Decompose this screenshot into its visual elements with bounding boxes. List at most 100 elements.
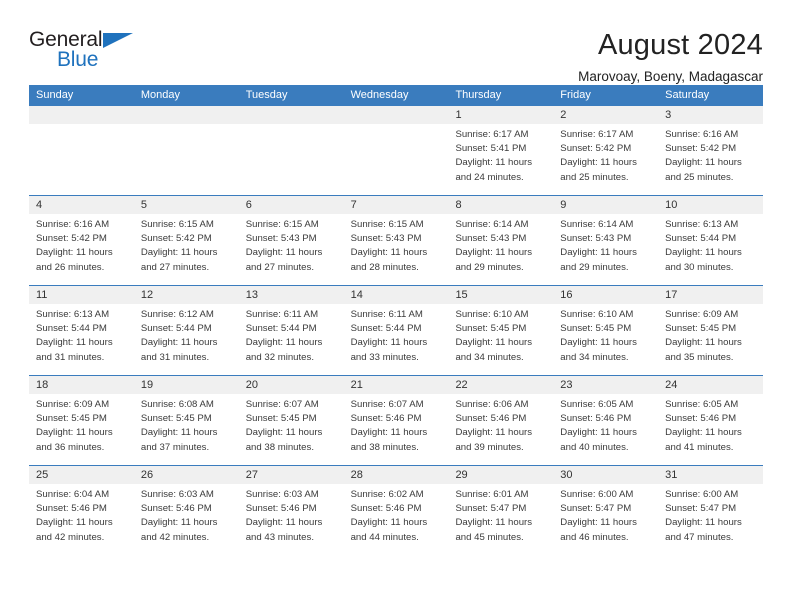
day-number[interactable]: 10 bbox=[658, 196, 763, 214]
day-number[interactable]: 31 bbox=[658, 466, 763, 484]
daylight-text-line2: and 31 minutes. bbox=[36, 351, 105, 363]
day-number[interactable]: 7 bbox=[344, 196, 449, 214]
day-number[interactable]: 2 bbox=[553, 106, 658, 124]
day-cell[interactable]: Sunrise: 6:08 AM Sunset: 5:45 PM Daylight:… bbox=[134, 394, 239, 465]
weekday-friday: Friday bbox=[560, 89, 591, 101]
day-cell[interactable]: Sunrise: 6:13 AM Sunset: 5:44 PM Daylight:… bbox=[29, 304, 134, 375]
day-cell[interactable]: Sunrise: 6:15 AM Sunset: 5:42 PM Daylight:… bbox=[134, 214, 239, 285]
daylight-text-line2: and 43 minutes. bbox=[245, 531, 314, 543]
day-cell[interactable]: Sunrise: 6:11 AM Sunset: 5:44 PM Daylight:… bbox=[344, 304, 449, 375]
day-number[interactable]: 3 bbox=[658, 106, 763, 124]
week-detail-row: Sunrise: 6:17 AM Sunset: 5:41 PM Daylight:… bbox=[29, 124, 763, 195]
day-cell[interactable]: Sunrise: 6:00 AM Sunset: 5:47 PM Daylight:… bbox=[658, 484, 763, 555]
day-number[interactable]: 22 bbox=[448, 376, 553, 394]
day-cell[interactable]: Sunrise: 6:14 AM Sunset: 5:43 PM Daylight:… bbox=[553, 214, 658, 285]
daylight-text-line1: Daylight: 11 hours bbox=[455, 517, 533, 529]
day-cell[interactable]: Sunrise: 6:05 AM Sunset: 5:46 PM Daylight:… bbox=[658, 394, 763, 465]
week-daynumber-row: 4 5 6 7 8 9 10 bbox=[29, 196, 763, 214]
day-cell[interactable]: Sunrise: 6:09 AM Sunset: 5:45 PM Daylight:… bbox=[29, 394, 134, 465]
day-cell[interactable]: Sunrise: 6:17 AM Sunset: 5:42 PM Daylight:… bbox=[553, 124, 658, 195]
day-cell[interactable]: Sunrise: 6:11 AM Sunset: 5:44 PM Daylight:… bbox=[239, 304, 344, 375]
day-number[interactable]: 8 bbox=[448, 196, 553, 214]
daylight-text-line2: and 36 minutes. bbox=[36, 441, 105, 453]
sunset-text: Sunset: 5:47 PM bbox=[560, 503, 632, 515]
day-number-empty bbox=[29, 106, 134, 124]
day-cell[interactable]: Sunrise: 6:10 AM Sunset: 5:45 PM Daylight:… bbox=[448, 304, 553, 375]
week-daynumber-row: 25 26 27 28 29 30 31 bbox=[29, 466, 763, 484]
day-cell[interactable]: Sunrise: 6:16 AM Sunset: 5:42 PM Daylight:… bbox=[658, 124, 763, 195]
calendar-grid: Sunday Monday Tuesday Wednesday Thursday… bbox=[29, 85, 763, 555]
day-cell[interactable]: Sunrise: 6:06 AM Sunset: 5:46 PM Daylight:… bbox=[448, 394, 553, 465]
sunrise-text: Sunrise: 6:03 AM bbox=[245, 489, 319, 500]
day-cell[interactable]: Sunrise: 6:15 AM Sunset: 5:43 PM Daylight:… bbox=[239, 214, 344, 285]
day-cell[interactable]: Sunrise: 6:12 AM Sunset: 5:44 PM Daylight:… bbox=[134, 304, 239, 375]
day-number[interactable]: 20 bbox=[239, 376, 344, 394]
day-number[interactable]: 6 bbox=[239, 196, 344, 214]
day-cell[interactable]: Sunrise: 6:14 AM Sunset: 5:43 PM Daylight:… bbox=[448, 214, 553, 285]
daylight-text-line2: and 42 minutes. bbox=[140, 531, 210, 543]
weekday-monday: Monday bbox=[140, 89, 180, 101]
day-number[interactable]: 24 bbox=[658, 376, 763, 394]
day-cell[interactable]: Sunrise: 6:09 AM Sunset: 5:45 PM Daylight:… bbox=[658, 304, 763, 375]
day-cell[interactable]: Sunrise: 6:01 AM Sunset: 5:47 PM Daylight:… bbox=[448, 484, 553, 555]
day-number[interactable]: 15 bbox=[448, 286, 553, 304]
daylight-text-line1: Daylight: 11 hours bbox=[665, 247, 742, 259]
day-number[interactable]: 18 bbox=[29, 376, 134, 394]
day-number[interactable]: 23 bbox=[553, 376, 658, 394]
day-number[interactable]: 11 bbox=[29, 286, 134, 304]
day-number[interactable]: 26 bbox=[134, 466, 239, 484]
daylight-text-line1: Daylight: 11 hours bbox=[36, 427, 113, 439]
day-cell[interactable]: Sunrise: 6:00 AM Sunset: 5:47 PM Daylight:… bbox=[553, 484, 658, 555]
day-cell[interactable]: Sunrise: 6:03 AM Sunset: 5:46 PM Daylight:… bbox=[239, 484, 344, 555]
sunrise-text: Sunrise: 6:09 AM bbox=[665, 309, 739, 320]
week-detail-row: Sunrise: 6:09 AM Sunset: 5:45 PM Daylight:… bbox=[29, 394, 763, 465]
day-number[interactable]: 19 bbox=[134, 376, 239, 394]
weekday-header-row: Sunday Monday Tuesday Wednesday Thursday… bbox=[29, 85, 763, 106]
day-number[interactable]: 17 bbox=[658, 286, 763, 304]
daylight-text-line2: and 32 minutes. bbox=[245, 351, 314, 363]
day-number[interactable]: 14 bbox=[344, 286, 449, 304]
sunset-text: Sunset: 5:45 PM bbox=[665, 323, 737, 335]
sunset-text: Sunset: 5:45 PM bbox=[140, 413, 212, 425]
sunset-text: Sunset: 5:42 PM bbox=[36, 233, 107, 245]
day-cell[interactable]: Sunrise: 6:05 AM Sunset: 5:46 PM Daylight:… bbox=[553, 394, 658, 465]
day-cell[interactable]: Sunrise: 6:16 AM Sunset: 5:42 PM Daylight:… bbox=[29, 214, 134, 285]
day-number[interactable]: 5 bbox=[134, 196, 239, 214]
day-cell[interactable]: Sunrise: 6:03 AM Sunset: 5:46 PM Daylight:… bbox=[134, 484, 239, 555]
daylight-text-line2: and 25 minutes. bbox=[665, 171, 734, 183]
day-cell[interactable]: Sunrise: 6:13 AM Sunset: 5:44 PM Daylight:… bbox=[658, 214, 763, 285]
day-cell-empty bbox=[29, 124, 134, 195]
day-number[interactable]: 21 bbox=[344, 376, 449, 394]
daylight-text-line1: Daylight: 11 hours bbox=[140, 427, 218, 439]
day-cell[interactable]: Sunrise: 6:04 AM Sunset: 5:46 PM Daylight:… bbox=[29, 484, 134, 555]
day-cell[interactable]: Sunrise: 6:07 AM Sunset: 5:45 PM Daylight:… bbox=[239, 394, 344, 465]
day-number[interactable]: 29 bbox=[448, 466, 553, 484]
sunrise-text: Sunrise: 6:14 AM bbox=[560, 219, 634, 230]
page-subtitle: Marovoay, Boeny, Madagascar bbox=[578, 69, 763, 84]
sunrise-text: Sunrise: 6:03 AM bbox=[140, 489, 214, 500]
sunset-text: Sunset: 5:44 PM bbox=[140, 323, 212, 335]
day-number[interactable]: 4 bbox=[29, 196, 134, 214]
day-number[interactable]: 25 bbox=[29, 466, 134, 484]
day-number[interactable]: 13 bbox=[239, 286, 344, 304]
weekday-saturday: Saturday bbox=[665, 89, 710, 101]
day-number[interactable]: 16 bbox=[553, 286, 658, 304]
calendar-week-row: 11 12 13 14 15 16 17 Sunrise: 6:13 AM Sunset: 5:… bbox=[29, 285, 763, 375]
day-number[interactable]: 9 bbox=[553, 196, 658, 214]
calendar-week-row: 4 5 6 7 8 9 10 Sunrise: 6:16 AM Sunset: 5:42 PM D… bbox=[29, 195, 763, 285]
day-number[interactable]: 30 bbox=[553, 466, 658, 484]
day-cell[interactable]: Sunrise: 6:10 AM Sunset: 5:45 PM Daylight:… bbox=[553, 304, 658, 375]
day-cell[interactable]: Sunrise: 6:07 AM Sunset: 5:46 PM Daylight:… bbox=[344, 394, 449, 465]
sunrise-text: Sunrise: 6:07 AM bbox=[245, 399, 319, 410]
day-cell[interactable]: Sunrise: 6:17 AM Sunset: 5:41 PM Daylight:… bbox=[448, 124, 553, 195]
day-number[interactable]: 12 bbox=[134, 286, 239, 304]
day-number[interactable]: 28 bbox=[344, 466, 449, 484]
logo-text-blue: Blue bbox=[57, 48, 99, 71]
day-number[interactable]: 1 bbox=[448, 106, 553, 124]
daylight-text-line1: Daylight: 11 hours bbox=[560, 517, 637, 529]
sunrise-text: Sunrise: 6:04 AM bbox=[36, 489, 110, 500]
day-cell[interactable]: Sunrise: 6:15 AM Sunset: 5:43 PM Daylight:… bbox=[344, 214, 449, 285]
week-daynumber-row: 18 19 20 21 22 23 24 bbox=[29, 376, 763, 394]
day-number[interactable]: 27 bbox=[239, 466, 344, 484]
day-cell[interactable]: Sunrise: 6:02 AM Sunset: 5:46 PM Daylight:… bbox=[344, 484, 449, 555]
